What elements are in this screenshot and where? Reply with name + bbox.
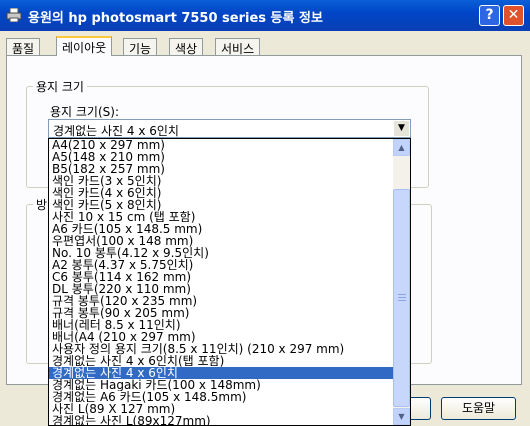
paper-size-option[interactable]: 사진 10 x 15 cm (탭 포함): [49, 211, 394, 223]
paper-size-label: 용지 크기(S):: [50, 105, 119, 119]
tab-features[interactable]: 기능: [123, 38, 158, 56]
paper-size-option[interactable]: 배너(레터 8.5 x 11인치): [49, 319, 394, 331]
dropdown-scrollbar[interactable]: ▲ ▼: [393, 139, 410, 425]
tab-quality[interactable]: 품질: [6, 38, 41, 56]
paper-size-option[interactable]: 경계없는 사진 4 x 6인치(탭 포함): [49, 355, 394, 367]
paper-size-option[interactable]: 우편엽서(100 x 148 mm): [49, 235, 394, 247]
paper-size-option[interactable]: DL 봉투(220 x 110 mm): [49, 283, 394, 295]
paper-size-option[interactable]: 사진 L(89 X 127 mm): [49, 403, 394, 415]
paper-size-option[interactable]: 경계없는 A6 카드(105 x 148.5mm): [49, 391, 394, 403]
paper-size-list: A4(210 x 297 mm) A5(148 x 210 mm) B5(182 x…: [49, 139, 394, 425]
scroll-up-arrow-icon[interactable]: ▲: [393, 139, 410, 156]
paper-size-combo[interactable]: 경계없는 사진 4 x 6인치 ▼: [48, 119, 411, 138]
title-bar[interactable]: 용원의 hp photosmart 7550 series 등록 정보 ? ✕: [0, 0, 530, 31]
paper-size-option[interactable]: A5(148 x 210 mm): [49, 151, 394, 163]
paper-size-group-title: 용지 크기: [33, 78, 87, 95]
chevron-down-icon[interactable]: ▼: [394, 121, 409, 136]
scroll-thumb[interactable]: [393, 189, 410, 407]
tab-layout[interactable]: 레이아웃: [56, 36, 113, 56]
paper-size-option[interactable]: A4(210 x 297 mm): [49, 139, 394, 151]
paper-size-option[interactable]: 경계없는 Hagaki 카드(100 x 148mm): [49, 379, 394, 391]
paper-size-option[interactable]: 색인 카드(4 x 6인치): [49, 187, 394, 199]
printer-icon: [6, 8, 22, 22]
tab-color[interactable]: 색상: [169, 38, 204, 56]
close-button[interactable]: ✕: [503, 5, 524, 26]
tab-services[interactable]: 서비스: [215, 38, 261, 56]
paper-size-selected-value: 경계없는 사진 4 x 6인치: [53, 124, 179, 138]
paper-size-option[interactable]: 규격 봉투(120 x 235 mm): [49, 295, 394, 307]
paper-size-option[interactable]: No. 10 봉투(4.12 x 9.5인치): [49, 247, 394, 259]
paper-size-option[interactable]: 경계없는 사진 L(89x127mm): [49, 415, 394, 425]
paper-size-option[interactable]: A6 카드(105 x 148.5 mm): [49, 223, 394, 235]
paper-size-option[interactable]: 배너(A4 (210 x 297 mm): [49, 331, 394, 343]
paper-size-option[interactable]: C6 봉투(114 x 162 mm): [49, 271, 394, 283]
window-title: 용원의 hp photosmart 7550 series 등록 정보: [28, 11, 323, 26]
help-title-button[interactable]: ?: [479, 5, 500, 26]
paper-size-option[interactable]: A2 봉투(4.37 x 5.75인치): [49, 259, 394, 271]
paper-size-option[interactable]: 색인 카드(3 x 5인치): [49, 175, 394, 187]
help-button[interactable]: 도움말: [441, 397, 516, 420]
paper-size-option[interactable]: B5(182 x 257 mm): [49, 163, 394, 175]
paper-size-option[interactable]: 색인 카드(5 x 8인치): [49, 199, 394, 211]
scroll-down-arrow-icon[interactable]: ▼: [393, 408, 410, 425]
paper-size-option[interactable]: 규격 봉투(90 x 205 mm): [49, 307, 394, 319]
paper-size-option[interactable]: 경계없는 사진 4 x 6인치: [49, 367, 394, 379]
paper-size-option[interactable]: 사용자 정의 용지 크기(8.5 x 11인치) (210 x 297 mm): [49, 343, 394, 355]
cancel-button-partial[interactable]: [411, 397, 431, 420]
paper-size-dropdown[interactable]: A4(210 x 297 mm) A5(148 x 210 mm) B5(182 x…: [48, 138, 411, 426]
